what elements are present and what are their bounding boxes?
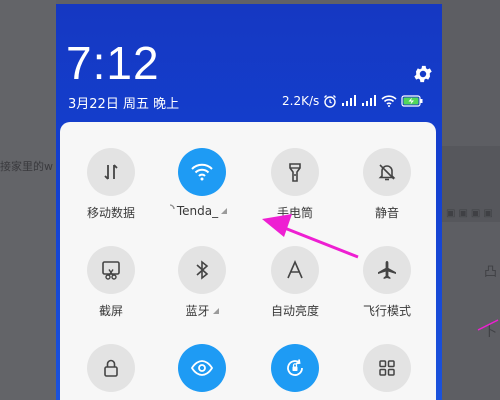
tile-screenshot-circle[interactable] xyxy=(87,246,135,294)
tile-eye-comfort[interactable] xyxy=(157,344,247,392)
tile-label: Tenda_ xyxy=(176,204,219,218)
tile-auto-brightness-circle[interactable] xyxy=(271,246,319,294)
signal-icon-2 xyxy=(362,95,377,106)
battery-charging-icon xyxy=(401,95,423,107)
expand-caret-icon[interactable] xyxy=(221,208,228,214)
quick-settings-panel: 移动数据 Tenda_ 手电筒 静音 截屏 蓝牙 自动亮度 飞行模式 xyxy=(60,122,436,400)
tile-label: 飞行模式 xyxy=(362,304,411,318)
tile-label: 蓝牙 xyxy=(185,304,210,318)
tile-flashlight-circle[interactable] xyxy=(271,148,319,196)
tile-auto-brightness[interactable]: 自动亮度 xyxy=(250,246,340,319)
expand-caret-icon[interactable] xyxy=(212,308,219,314)
auto-rotate-icon xyxy=(287,359,303,376)
tile-bluetooth-circle[interactable] xyxy=(178,246,226,294)
tile-mute-circle[interactable] xyxy=(363,148,411,196)
wifi-icon xyxy=(191,163,213,181)
tile-label: 静音 xyxy=(374,206,399,220)
tile-label: 手电筒 xyxy=(276,206,313,220)
tile-lock-screen[interactable] xyxy=(66,344,156,392)
flashlight-icon xyxy=(289,163,301,182)
loading-spinner-icon xyxy=(169,204,175,210)
tile-airplane-mode[interactable]: 飞行模式 xyxy=(342,246,432,319)
signal-icon xyxy=(342,95,357,106)
tile-flashlight[interactable]: 手电筒 xyxy=(250,148,340,221)
date-text: 3月22日 周五 晚上 xyxy=(68,97,180,112)
alarm-icon xyxy=(324,95,337,108)
tile-auto-rotate[interactable] xyxy=(250,344,340,392)
tile-grid-circle[interactable] xyxy=(363,344,411,392)
grid-icon xyxy=(379,360,395,376)
tile-label: 移动数据 xyxy=(86,206,135,220)
airplane-icon xyxy=(378,261,396,279)
background-left-strip xyxy=(0,0,56,400)
tile-label: 自动亮度 xyxy=(270,304,319,318)
background-right-chars: 凸 卜 xyxy=(484,265,498,340)
network-speed: 2.2K/s xyxy=(282,94,320,108)
tile-airplane-mode-circle[interactable] xyxy=(363,246,411,294)
tile-auto-rotate-circle[interactable] xyxy=(271,344,319,392)
tile-bluetooth[interactable]: 蓝牙 xyxy=(157,246,247,319)
eye-icon xyxy=(190,360,214,376)
bluetooth-icon xyxy=(196,260,209,280)
wifi-icon xyxy=(381,95,397,107)
clock-time: 7:12 xyxy=(66,37,160,89)
tile-more[interactable] xyxy=(342,344,432,392)
tile-mobile-data[interactable]: 移动数据 xyxy=(66,148,156,221)
tile-lock-circle[interactable] xyxy=(87,344,135,392)
phone-screen: 7:12 3月22日 周五 晚上 2.2K/s 移动数据 Tenda_ 手电筒 … xyxy=(56,4,442,400)
tile-eye-circle[interactable] xyxy=(178,344,226,392)
lock-icon xyxy=(104,359,118,377)
status-bar: 2.2K/s xyxy=(282,92,423,110)
tile-label: 截屏 xyxy=(98,304,123,318)
tile-wifi-circle[interactable] xyxy=(178,148,226,196)
mobile-data-icon xyxy=(104,164,118,180)
background-right-icons: ▣▣▣▣ xyxy=(446,208,496,219)
mute-bell-icon xyxy=(378,164,396,181)
background-text: 接家里的w xyxy=(0,160,53,173)
auto-brightness-icon xyxy=(287,260,303,279)
tile-mobile-data-circle[interactable] xyxy=(87,148,135,196)
screenshot-icon xyxy=(102,261,120,280)
tile-mute[interactable]: 静音 xyxy=(342,148,432,221)
gear-icon[interactable] xyxy=(412,63,434,85)
tile-screenshot[interactable]: 截屏 xyxy=(66,246,156,319)
